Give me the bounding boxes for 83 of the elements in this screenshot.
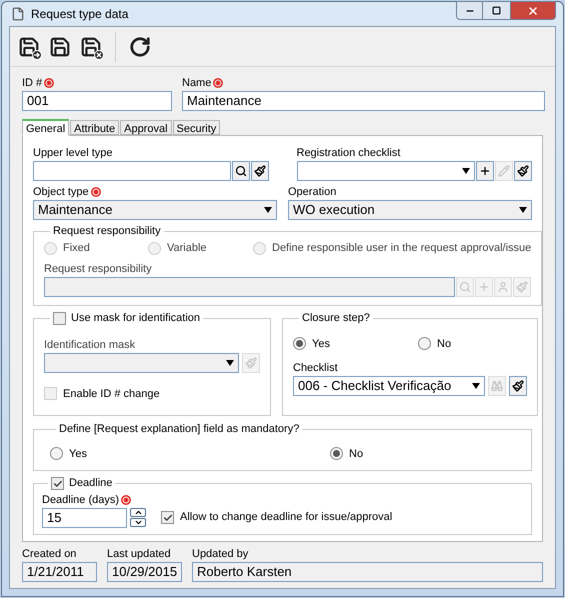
- readonly-field[interactable]: 1/21/2011: [22, 562, 97, 582]
- request-responsibility-field[interactable]: [44, 276, 456, 296]
- field-label: Created on: [22, 546, 76, 560]
- search-icon: [234, 165, 246, 177]
- field-label: Name: [182, 76, 212, 90]
- radio-label: No: [349, 446, 364, 462]
- brush-button[interactable]: [250, 161, 268, 181]
- checkbox[interactable]: [161, 511, 174, 524]
- radio-button[interactable]: [293, 337, 306, 350]
- readonly-field[interactable]: Roberto Karsten: [192, 562, 543, 582]
- field-label: Object type: [33, 185, 89, 199]
- radio-label: No: [437, 336, 452, 352]
- dropdown-arrow-icon: [519, 207, 527, 213]
- checkbox[interactable]: [51, 477, 64, 490]
- dropdown-field[interactable]: [44, 352, 239, 372]
- brush-button[interactable]: [514, 161, 532, 181]
- upper-level-type-field[interactable]: [33, 161, 230, 181]
- brush-icon: [245, 356, 257, 368]
- binoculars-icon: [491, 380, 503, 392]
- group-legend: Closure step?: [302, 310, 370, 327]
- radio-label: Fixed: [63, 241, 90, 256]
- group-legend: Define [Request explanation] field as mandatory?: [59, 421, 300, 438]
- maximize-icon: [492, 6, 501, 15]
- field-label: Registration checklist: [296, 146, 400, 160]
- readonly-field[interactable]: 10/29/2015: [107, 562, 182, 582]
- plus-icon: [479, 165, 491, 177]
- dropdown-field[interactable]: 006 - Checklist Verificação: [293, 376, 485, 396]
- plus-icon: [478, 280, 490, 292]
- field-label: Upper level type: [33, 146, 112, 160]
- dropdown-field[interactable]: WO execution: [288, 200, 532, 220]
- spinner-button[interactable]: [130, 508, 146, 527]
- checkbox-label: Deadline: [69, 476, 112, 492]
- field-label: Last updated: [107, 546, 171, 560]
- brush-icon: [516, 280, 528, 292]
- dropdown-arrow-icon: [264, 207, 272, 213]
- brush-button[interactable]: [509, 376, 527, 396]
- radio-label: Yes: [312, 336, 330, 352]
- checkbox-label: Allow to change deadline for issue/approval: [180, 510, 392, 526]
- search-icon: [459, 280, 472, 292]
- dropdown-arrow-icon: [472, 383, 480, 389]
- tab[interactable]: Approval: [120, 120, 172, 135]
- name-field[interactable]: Maintenance: [182, 91, 545, 111]
- maximize-button[interactable]: [483, 1, 510, 20]
- dropdown-field[interactable]: [296, 161, 475, 181]
- deadline-field[interactable]: 15: [42, 508, 127, 528]
- field-label: ID #: [22, 76, 42, 90]
- document-icon: [11, 7, 25, 21]
- radio-label: Variable: [167, 241, 207, 256]
- field-label: Request responsibility: [44, 262, 152, 276]
- dropdown-arrow-icon: [462, 168, 470, 174]
- radio-label: Yes: [69, 446, 87, 462]
- checkbox-label: Enable ID # change: [63, 386, 160, 402]
- dropdown-arrow-icon: [226, 360, 234, 366]
- radio-button[interactable]: [418, 337, 431, 350]
- pencil-icon: [498, 165, 510, 177]
- window-title: Request type data: [31, 6, 128, 23]
- close-icon: [527, 4, 539, 16]
- chevron-up-icon: [134, 508, 142, 517]
- field-label: Deadline (days): [42, 492, 120, 506]
- tab[interactable]: General: [22, 119, 70, 136]
- add-button[interactable]: [476, 161, 494, 181]
- search-button[interactable]: [232, 161, 250, 181]
- id-field[interactable]: 001: [22, 91, 172, 111]
- brush-icon: [517, 165, 529, 177]
- checkbox[interactable]: [53, 312, 66, 325]
- field-label: Checklist: [293, 361, 338, 375]
- close-button[interactable]: [510, 1, 556, 20]
- tab[interactable]: Attribute: [70, 120, 120, 135]
- field-label: Operation: [288, 185, 336, 199]
- radio-button[interactable]: [330, 447, 343, 460]
- user-icon: [497, 280, 510, 292]
- field-label: Updated by: [192, 546, 248, 560]
- radio-label: Define responsible user in the request approval/issue: [272, 241, 532, 256]
- chevron-down-icon: [134, 518, 142, 527]
- dropdown-field[interactable]: Maintenance: [33, 200, 277, 220]
- field-label: Identification mask: [44, 338, 136, 352]
- user-button[interactable]: [494, 276, 512, 296]
- checkbox-label: Use mask for identification: [71, 311, 200, 326]
- tab[interactable]: Security: [172, 120, 220, 135]
- brush-icon: [512, 380, 524, 392]
- brush-icon: [254, 165, 266, 177]
- radio-button[interactable]: [50, 447, 63, 460]
- group-legend: Request responsibility: [53, 222, 161, 240]
